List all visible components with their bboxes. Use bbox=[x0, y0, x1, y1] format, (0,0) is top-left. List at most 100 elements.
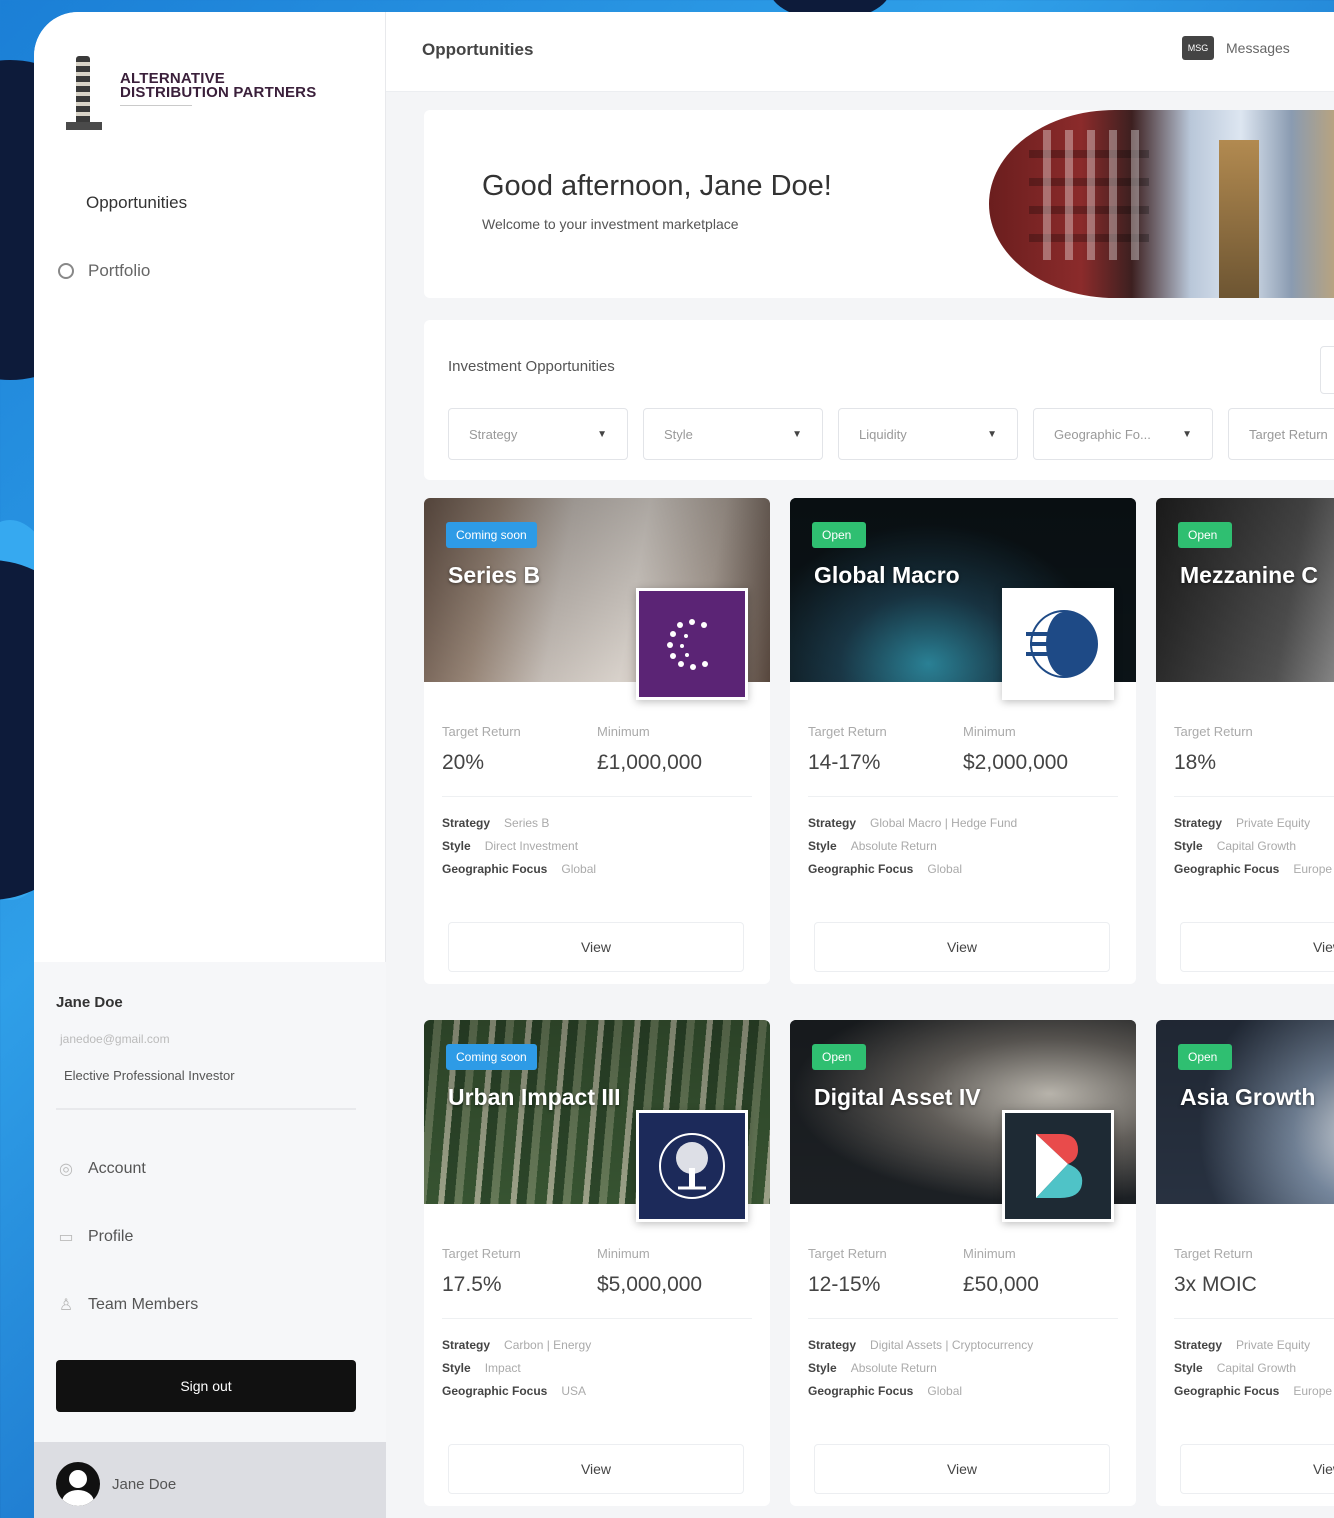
status-badge: Open bbox=[1178, 1044, 1232, 1070]
account-bar[interactable]: Jane Doe bbox=[34, 1442, 386, 1518]
profile-icon: ▭ bbox=[58, 1229, 74, 1246]
card-details: Strategy Series B Style Direct Investment … bbox=[442, 816, 597, 876]
main-nav: Opportunities Portfolio bbox=[56, 188, 356, 324]
view-button[interactable]: View bbox=[814, 922, 1110, 972]
sidebar: ALTERNATIVE DISTRIBUTION PARTNERS ——————… bbox=[34, 12, 386, 1518]
status-badge: Open bbox=[812, 522, 866, 548]
target-return-value: 3x MOIC bbox=[1174, 1273, 1257, 1296]
target-return-value: 14-17% bbox=[808, 751, 881, 774]
main-content: Opportunities MSG Messages Good afternoo… bbox=[386, 12, 1334, 1518]
status-badge: Coming soon bbox=[446, 1044, 537, 1070]
strategy-dropdown[interactable]: Strategy ▼ bbox=[448, 408, 628, 460]
divider bbox=[56, 1108, 356, 1110]
card-details: Strategy Global Macro | Hedge Fund Style A… bbox=[808, 816, 1018, 876]
caret-down-icon: ▼ bbox=[987, 428, 997, 440]
target-return-value: 20% bbox=[442, 751, 485, 774]
account-icon: ◎ bbox=[59, 1161, 73, 1178]
view-button[interactable]: View bbox=[1180, 922, 1334, 972]
status-badge: Open bbox=[1178, 522, 1232, 548]
opportunity-card[interactable]: Coming soon Urban Impact III Target Retu… bbox=[424, 1020, 770, 1506]
caret-down-icon: ▼ bbox=[792, 428, 802, 440]
fund-logo bbox=[636, 588, 748, 700]
card-title: Urban Impact III bbox=[448, 1084, 621, 1110]
card-title: Series B bbox=[448, 562, 541, 588]
user-panel: Jane Doe janedoe@gmail.com Elective Prof… bbox=[34, 962, 386, 1442]
target-return-value: 18% bbox=[1174, 751, 1217, 774]
view-button[interactable]: View bbox=[814, 1444, 1110, 1494]
card-details: Strategy Carbon | Energy Style Impact Geog… bbox=[442, 1338, 592, 1398]
minimum-value: $5,000,000 bbox=[597, 1273, 703, 1296]
card-title: Global Macro bbox=[814, 562, 960, 588]
status-badge: Coming soon bbox=[446, 522, 537, 548]
target-return-dropdown[interactable]: Target Return bbox=[1228, 408, 1334, 460]
fund-logo bbox=[1002, 1110, 1114, 1222]
status-badge: Open bbox=[812, 1044, 866, 1070]
filter-panel: Investment Opportunities Strategy ▼ Style… bbox=[424, 320, 1334, 480]
greeting: Good afternoon, Jane Doe! bbox=[482, 170, 832, 202]
city-image bbox=[989, 110, 1334, 298]
brand-logo[interactable]: ALTERNATIVE DISTRIBUTION PARTNERS ——————… bbox=[62, 48, 316, 132]
investor-type: Elective Professional Investor bbox=[64, 1068, 235, 1083]
liquidity-dropdown[interactable]: Liquidity ▼ bbox=[838, 408, 1018, 460]
nav-item-label: Opportunities bbox=[86, 193, 188, 212]
nav-item-portfolio[interactable]: Portfolio bbox=[56, 256, 356, 286]
nav-item-opportunities[interactable]: Opportunities bbox=[56, 188, 356, 218]
target-return-value: 17.5% bbox=[442, 1273, 502, 1296]
view-button[interactable]: View bbox=[1180, 1444, 1334, 1494]
account-nav: ◎ Account ▭ Profile ♙ Team Members bbox=[56, 1154, 356, 1358]
card-title: Asia Growth bbox=[1180, 1084, 1316, 1110]
messages-button[interactable]: MSG Messages bbox=[1182, 36, 1290, 60]
welcome-banner: Good afternoon, Jane Doe! Welcome to you… bbox=[424, 110, 1334, 298]
view-button[interactable]: View bbox=[448, 922, 744, 972]
minimum-value: $2,000,000 bbox=[963, 751, 1069, 774]
card-title: Mezzanine C bbox=[1180, 562, 1319, 588]
opportunity-card[interactable]: Open Global Macro Target Return 14-17% Mi… bbox=[790, 498, 1136, 984]
grid-icon bbox=[56, 194, 74, 212]
globe-icon bbox=[1026, 610, 1098, 678]
section-title: Investment Opportunities bbox=[448, 358, 615, 375]
account-name: Jane Doe bbox=[112, 1476, 177, 1493]
geographic-focus-dropdown[interactable]: Geographic Fo... ▼ bbox=[1033, 408, 1213, 460]
opportunity-card[interactable]: Open Digital Asset IV Target Return 12-15… bbox=[790, 1020, 1136, 1506]
user-name: Jane Doe bbox=[56, 994, 123, 1011]
fund-logo bbox=[636, 1110, 748, 1222]
minimum-value: £1,000,000 bbox=[597, 751, 703, 774]
nav-item-label: Team Members bbox=[88, 1296, 199, 1313]
nav-item-label: Portfolio bbox=[88, 261, 151, 280]
card-details: Strategy Digital Assets | Cryptocurrency … bbox=[808, 1338, 1034, 1398]
top-bar: Opportunities MSG Messages bbox=[386, 12, 1334, 92]
message-icon: MSG bbox=[1182, 36, 1214, 60]
b-letter-icon bbox=[1036, 1134, 1083, 1198]
card-details: Strategy Private Equity Style Capital Grow… bbox=[1174, 816, 1333, 876]
view-button[interactable]: View bbox=[448, 1444, 744, 1494]
messages-label: Messages bbox=[1226, 40, 1290, 56]
card-details: Strategy Private Equity Style Capital Grow… bbox=[1174, 1338, 1333, 1398]
brand-line2: DISTRIBUTION PARTNERS bbox=[120, 83, 317, 101]
dotted-c-icon bbox=[667, 619, 708, 670]
style-dropdown[interactable]: Style ▼ bbox=[643, 408, 823, 460]
opportunity-card[interactable]: Open Mezzanine C Target Return 18% Strate… bbox=[1156, 498, 1334, 984]
target-return-value: 12-15% bbox=[808, 1273, 881, 1296]
user-email: janedoe@gmail.com bbox=[60, 1032, 170, 1046]
nav-item-account[interactable]: ◎ Account bbox=[56, 1154, 356, 1184]
circle-icon bbox=[56, 261, 76, 281]
greeting-subtitle: Welcome to your investment marketplace bbox=[482, 216, 739, 232]
card-title: Digital Asset IV bbox=[814, 1084, 981, 1110]
search-box[interactable] bbox=[1320, 346, 1334, 394]
opportunity-card[interactable]: Coming soon Series B Target Return 20% Mi… bbox=[424, 498, 770, 984]
minimum-value: £50,000 bbox=[963, 1273, 1039, 1296]
nav-item-label: Account bbox=[88, 1160, 146, 1177]
team-icon: ♙ bbox=[58, 1297, 74, 1314]
nav-item-team-members[interactable]: ♙ Team Members bbox=[56, 1290, 356, 1320]
opportunity-card[interactable]: Open Asia Growth Target Return 3x MOIC St… bbox=[1156, 1020, 1334, 1506]
page-title: Opportunities bbox=[422, 40, 534, 59]
caret-down-icon: ▼ bbox=[1182, 428, 1192, 440]
sign-out-button[interactable]: Sign out bbox=[56, 1360, 356, 1412]
fund-logo bbox=[1002, 588, 1114, 700]
nav-item-label: Profile bbox=[88, 1228, 134, 1245]
lighthouse-icon bbox=[62, 48, 106, 132]
tree-icon bbox=[659, 1133, 725, 1199]
nav-item-profile[interactable]: ▭ Profile bbox=[56, 1222, 356, 1252]
caret-down-icon: ▼ bbox=[597, 428, 607, 440]
app-window: ALTERNATIVE DISTRIBUTION PARTNERS ——————… bbox=[34, 12, 1334, 1518]
